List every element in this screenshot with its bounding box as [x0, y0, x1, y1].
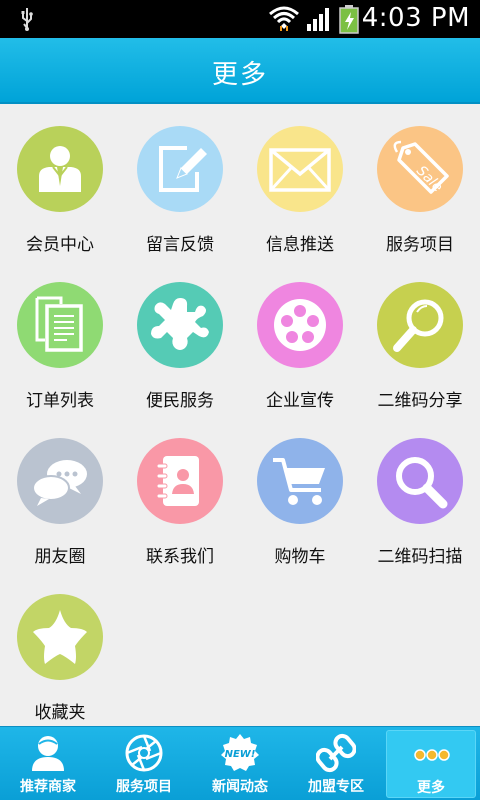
grid-item-label: 会员中心	[26, 235, 94, 255]
grid-item-label: 订单列表	[26, 391, 94, 411]
grid-item-label: 购物车	[274, 547, 326, 567]
new-badge-text: NEW!	[225, 749, 256, 760]
grid-item-moments[interactable]: 朋友圈	[0, 416, 120, 572]
sale-tag-icon: Sale	[377, 126, 463, 212]
grid-item-order-list[interactable]: 订单列表	[0, 260, 120, 416]
chat-bubbles-icon	[17, 438, 103, 524]
page-title: 更多	[211, 60, 268, 90]
grid-item-member-center[interactable]: 会员中心	[0, 104, 120, 260]
magnifier-icon	[377, 282, 463, 368]
tab-label: 服务项目	[116, 779, 172, 795]
feedback-icon	[137, 126, 223, 212]
tab-news[interactable]: NEW! 新闻动态	[192, 727, 288, 800]
grid-item-promotion[interactable]: 企业宣传	[240, 260, 360, 416]
search-icon	[377, 438, 463, 524]
grid-item-label: 收藏夹	[34, 703, 86, 723]
new-badge-icon: NEW!	[221, 734, 259, 771]
star-icon	[17, 594, 103, 680]
grid-item-label: 信息推送	[266, 235, 334, 255]
bottom-tab-bar: 推荐商家 服务项目 NEW! 新闻动态 加盟专区 更多	[0, 726, 480, 800]
tab-services[interactable]: 服务项目	[96, 727, 192, 800]
tab-label: 推荐商家	[20, 779, 76, 795]
grid-item-shopping-cart[interactable]: 购物车	[240, 416, 360, 572]
documents-icon	[17, 282, 103, 368]
user-icon	[32, 736, 64, 771]
status-bar: 4:03 PM	[0, 0, 480, 38]
feature-grid: 会员中心 留言反馈 信息推送 Sale 服务项目 订单列表 便民服务 企业宣传 …	[0, 104, 480, 726]
grid-item-label: 企业宣传	[266, 391, 334, 411]
mail-icon	[257, 126, 343, 212]
grid-item-feedback[interactable]: 留言反馈	[120, 104, 240, 260]
grid-item-label: 二维码扫描	[377, 547, 463, 567]
film-reel-icon	[257, 282, 343, 368]
usb-icon	[21, 8, 33, 31]
chain-link-icon	[316, 733, 356, 773]
tab-more[interactable]: 更多	[386, 730, 476, 798]
grid-item-label: 联系我们	[146, 547, 214, 567]
grid-item-qr-share[interactable]: 二维码分享	[360, 260, 480, 416]
grid-item-label: 朋友圈	[34, 547, 86, 567]
puzzle-icon	[137, 282, 223, 368]
grid-item-qr-scan[interactable]: 二维码扫描	[360, 416, 480, 572]
tab-recommended-merchants[interactable]: 推荐商家	[0, 727, 96, 800]
grid-item-convenience[interactable]: 便民服务	[120, 260, 240, 416]
battery-charging-icon	[339, 5, 359, 34]
member-icon	[17, 126, 103, 212]
tab-label: 新闻动态	[212, 779, 268, 795]
aperture-icon	[125, 734, 163, 772]
grid-item-label: 二维码分享	[377, 391, 463, 411]
clock-time: 4:03 PM	[361, 3, 470, 33]
signal-icon	[307, 8, 329, 31]
grid-item-contact-us[interactable]: 联系我们	[120, 416, 240, 572]
more-dots-icon	[414, 749, 450, 761]
tab-label: 更多	[417, 780, 445, 796]
grid-item-services[interactable]: Sale 服务项目	[360, 104, 480, 260]
grid-item-favorites[interactable]: 收藏夹	[0, 572, 120, 728]
wifi-icon	[269, 6, 299, 31]
header-bar: 更多	[0, 38, 480, 104]
grid-item-push-info[interactable]: 信息推送	[240, 104, 360, 260]
grid-item-label: 服务项目	[386, 235, 454, 255]
grid-item-label: 便民服务	[146, 391, 214, 411]
grid-item-label: 留言反馈	[146, 235, 214, 255]
contacts-book-icon	[137, 438, 223, 524]
tab-franchise[interactable]: 加盟专区	[288, 727, 384, 800]
cart-icon	[257, 438, 343, 524]
tab-label: 加盟专区	[308, 779, 364, 795]
